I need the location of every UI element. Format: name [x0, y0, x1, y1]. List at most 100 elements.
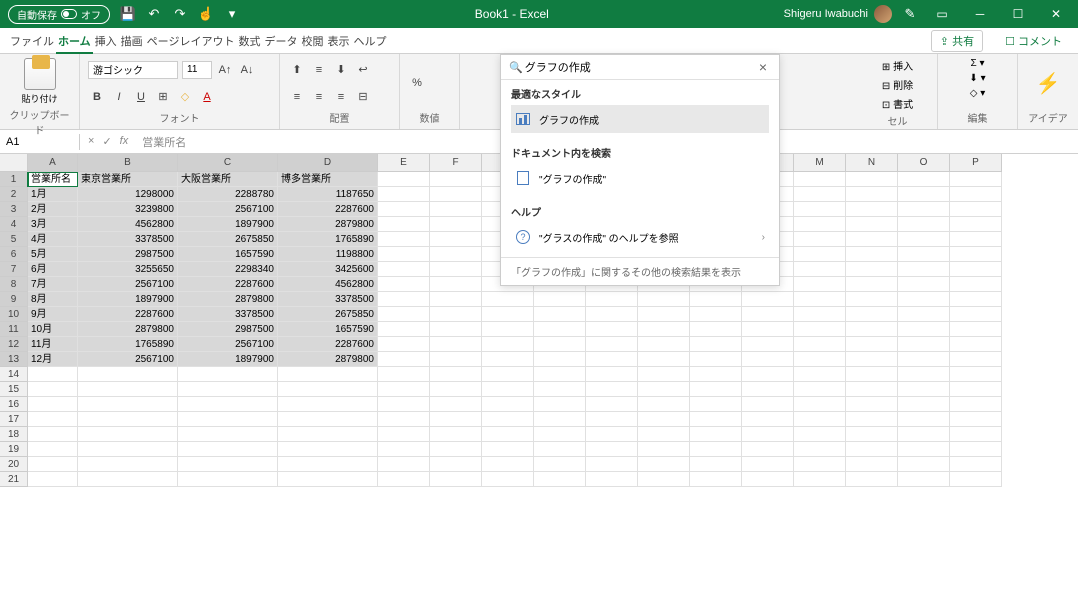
- ideas-icon[interactable]: ⚡: [1036, 71, 1061, 96]
- cell[interactable]: 2987500: [78, 247, 178, 262]
- cell[interactable]: [482, 292, 534, 307]
- tab-数式[interactable]: 数式: [236, 32, 262, 52]
- cell[interactable]: [586, 397, 638, 412]
- font-name-select[interactable]: [88, 61, 178, 79]
- row-header[interactable]: 19: [0, 442, 28, 457]
- cell[interactable]: [78, 472, 178, 487]
- cell[interactable]: 2287600: [178, 277, 278, 292]
- cell[interactable]: [482, 427, 534, 442]
- touch-icon[interactable]: ☝: [198, 6, 214, 22]
- cell[interactable]: [430, 382, 482, 397]
- pen-icon[interactable]: ✎: [902, 6, 918, 22]
- cell[interactable]: [690, 442, 742, 457]
- cell[interactable]: 2567100: [178, 337, 278, 352]
- cell[interactable]: [178, 367, 278, 382]
- cell[interactable]: [482, 457, 534, 472]
- align-middle-icon[interactable]: ≡: [310, 61, 328, 79]
- cell[interactable]: [794, 337, 846, 352]
- search-result-in-doc[interactable]: "グラフの作成": [511, 164, 769, 192]
- cell[interactable]: [482, 472, 534, 487]
- cell[interactable]: [898, 427, 950, 442]
- cell[interactable]: [690, 457, 742, 472]
- cell[interactable]: [794, 367, 846, 382]
- cancel-formula-icon[interactable]: ×: [88, 135, 94, 148]
- cell[interactable]: [586, 457, 638, 472]
- cell[interactable]: 1897900: [178, 217, 278, 232]
- cell[interactable]: [28, 397, 78, 412]
- cell[interactable]: [28, 472, 78, 487]
- clear-button[interactable]: ◇ ▾: [970, 88, 986, 99]
- cell[interactable]: [950, 442, 1002, 457]
- cell[interactable]: [794, 412, 846, 427]
- cell[interactable]: [846, 217, 898, 232]
- cell[interactable]: [78, 397, 178, 412]
- cell[interactable]: [430, 187, 482, 202]
- cell[interactable]: [950, 412, 1002, 427]
- cell[interactable]: [278, 472, 378, 487]
- cell[interactable]: [430, 337, 482, 352]
- cell[interactable]: [586, 352, 638, 367]
- format-cells-button[interactable]: ⊡ 書式: [882, 96, 913, 111]
- cell[interactable]: [178, 412, 278, 427]
- cell[interactable]: [794, 457, 846, 472]
- share-button[interactable]: ⇪ 共有: [931, 30, 983, 52]
- cell[interactable]: [430, 277, 482, 292]
- cell[interactable]: 1月: [28, 187, 78, 202]
- cell[interactable]: [28, 457, 78, 472]
- cell[interactable]: [898, 442, 950, 457]
- cell[interactable]: [278, 442, 378, 457]
- cell[interactable]: 3378500: [178, 307, 278, 322]
- cell[interactable]: [846, 187, 898, 202]
- cell[interactable]: [742, 292, 794, 307]
- cell[interactable]: [178, 427, 278, 442]
- cell[interactable]: [482, 367, 534, 382]
- cell[interactable]: [430, 442, 482, 457]
- cell[interactable]: [482, 412, 534, 427]
- cell[interactable]: [638, 337, 690, 352]
- cell[interactable]: [378, 427, 430, 442]
- cell[interactable]: [28, 442, 78, 457]
- cell[interactable]: 8月: [28, 292, 78, 307]
- cell[interactable]: [430, 232, 482, 247]
- cell[interactable]: [898, 232, 950, 247]
- cell[interactable]: [378, 352, 430, 367]
- col-header-E[interactable]: E: [378, 154, 430, 172]
- cell[interactable]: 7月: [28, 277, 78, 292]
- select-all-corner[interactable]: [0, 154, 28, 172]
- cell[interactable]: 2567100: [78, 277, 178, 292]
- cell[interactable]: [178, 382, 278, 397]
- cell[interactable]: [950, 322, 1002, 337]
- cell[interactable]: [950, 202, 1002, 217]
- row-header[interactable]: 7: [0, 262, 28, 277]
- ribbon-display-icon[interactable]: ▭: [928, 4, 956, 24]
- row-header[interactable]: 6: [0, 247, 28, 262]
- cell[interactable]: [586, 337, 638, 352]
- row-header[interactable]: 18: [0, 427, 28, 442]
- wrap-text-icon[interactable]: ↩: [354, 61, 372, 79]
- cell[interactable]: [430, 247, 482, 262]
- cell[interactable]: [950, 457, 1002, 472]
- cell[interactable]: 3425600: [278, 262, 378, 277]
- cell[interactable]: [430, 367, 482, 382]
- row-header[interactable]: 4: [0, 217, 28, 232]
- cell[interactable]: [742, 352, 794, 367]
- cell[interactable]: [278, 367, 378, 382]
- cell[interactable]: [846, 472, 898, 487]
- tab-挿入[interactable]: 挿入: [93, 32, 119, 52]
- cell[interactable]: 2879800: [278, 217, 378, 232]
- cell[interactable]: [178, 397, 278, 412]
- cell[interactable]: [482, 322, 534, 337]
- cell[interactable]: [586, 472, 638, 487]
- cell[interactable]: [794, 307, 846, 322]
- cell[interactable]: [638, 367, 690, 382]
- cell[interactable]: [846, 232, 898, 247]
- cell[interactable]: [534, 442, 586, 457]
- cell[interactable]: 4562800: [278, 277, 378, 292]
- cell[interactable]: [690, 292, 742, 307]
- cell[interactable]: [430, 412, 482, 427]
- cell[interactable]: [378, 457, 430, 472]
- cell[interactable]: [378, 307, 430, 322]
- cell[interactable]: 1298000: [78, 187, 178, 202]
- cell[interactable]: [78, 382, 178, 397]
- cell[interactable]: 2287600: [78, 307, 178, 322]
